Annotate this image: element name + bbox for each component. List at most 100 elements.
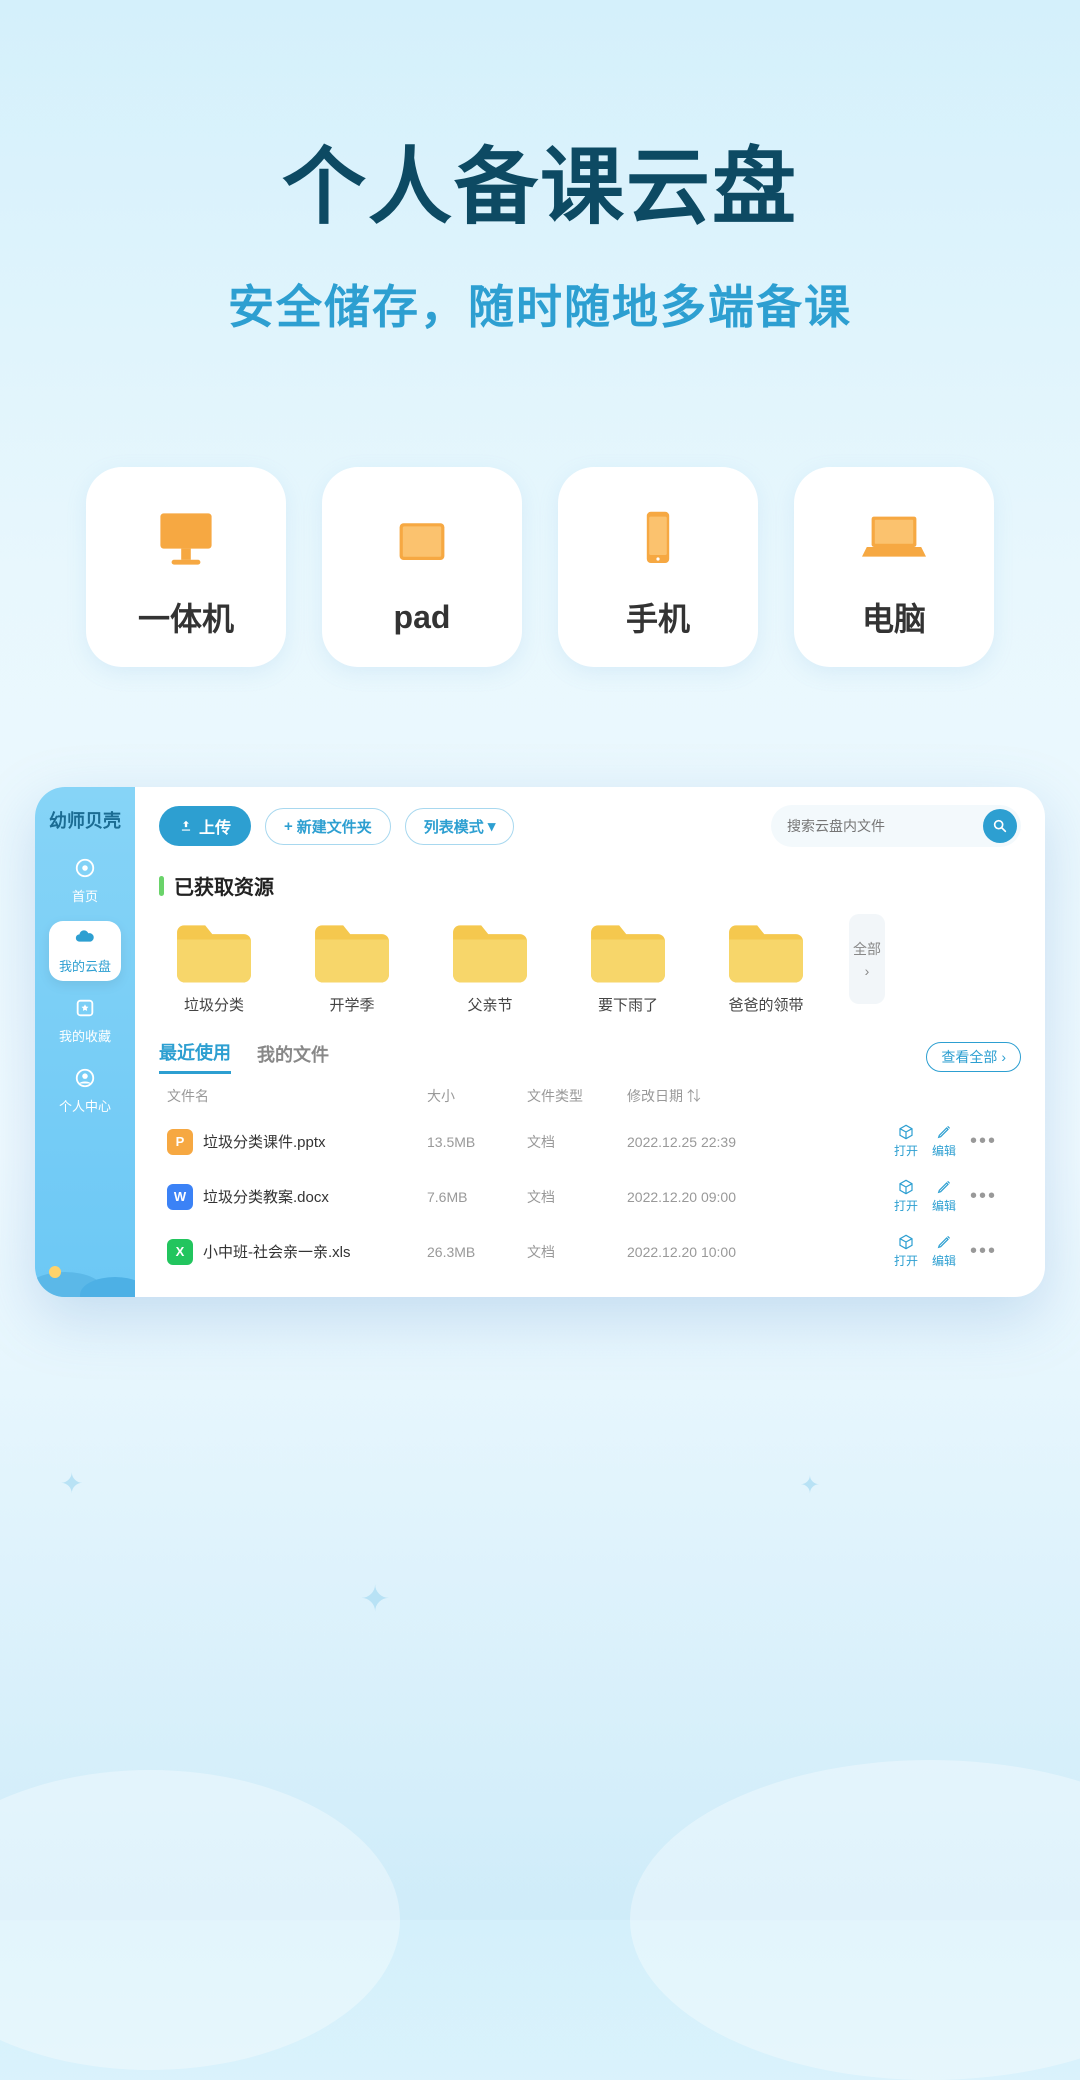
user-icon <box>74 1067 96 1092</box>
sidebar-item-label: 我的云盘 <box>59 956 111 975</box>
edit-button[interactable]: 编辑 <box>932 1234 956 1269</box>
more-button[interactable]: ••• <box>970 1240 997 1263</box>
more-button[interactable]: ••• <box>970 1185 997 1208</box>
edit-icon <box>936 1234 952 1250</box>
cloud-icon <box>74 927 96 952</box>
table-row[interactable]: W 垃圾分类教案.docx 7.6MB 文档 2022.12.20 09:00 … <box>159 1169 1021 1224</box>
phone-icon <box>613 494 703 584</box>
star-icon: ✦ <box>360 1578 390 1620</box>
table-row[interactable]: P 垃圾分类课件.pptx 13.5MB 文档 2022.12.25 22:39… <box>159 1114 1021 1169</box>
file-name: 垃圾分类课件.pptx <box>203 1131 326 1152</box>
folder-icon <box>308 914 396 986</box>
edit-button[interactable]: 编辑 <box>932 1124 956 1159</box>
file-name-cell: X 小中班-社会亲一亲.xls <box>167 1239 427 1265</box>
search-wrap <box>771 805 1021 847</box>
file-actions: 打开 编辑 ••• <box>797 1234 997 1269</box>
laptop-icon <box>849 494 939 584</box>
folder-icon <box>584 914 672 986</box>
chevron-down-icon: ▾ <box>488 817 496 835</box>
tab-my-files[interactable]: 我的文件 <box>257 1041 329 1073</box>
star-icon: ✦ <box>800 1471 820 1500</box>
desktop-icon <box>141 494 231 584</box>
folder-item[interactable]: 开学季 <box>297 914 407 1015</box>
file-type: 文档 <box>527 1242 627 1262</box>
list-mode-button[interactable]: 列表模式 ▾ <box>405 808 515 845</box>
file-name: 垃圾分类教案.docx <box>203 1186 329 1207</box>
star-icon: ✦ <box>60 1467 83 1500</box>
sidebar-item-home[interactable]: 首页 <box>49 851 121 911</box>
sidebar-item-cloud[interactable]: 我的云盘 <box>49 921 121 981</box>
folder-name: 爸爸的领带 <box>728 994 803 1015</box>
sidebar-decoration <box>35 1237 135 1297</box>
upload-button[interactable]: 上传 <box>159 806 251 846</box>
star-icon <box>74 997 96 1022</box>
folder-name: 要下雨了 <box>598 994 658 1015</box>
file-actions: 打开 编辑 ••• <box>797 1124 997 1159</box>
file-name-cell: P 垃圾分类课件.pptx <box>167 1129 427 1155</box>
device-card-laptop: 电脑 <box>794 467 994 667</box>
edit-icon <box>936 1179 952 1195</box>
new-folder-label: 新建文件夹 <box>297 816 372 837</box>
all-folders-button[interactable]: 全部 › <box>849 914 885 1004</box>
tablet-icon <box>377 499 467 589</box>
search-icon <box>992 818 1008 834</box>
device-card-phone: 手机 <box>558 467 758 667</box>
folder-icon <box>446 914 534 986</box>
file-date: 2022.12.25 22:39 <box>627 1134 797 1150</box>
open-button[interactable]: 打开 <box>894 1124 918 1159</box>
view-all-button[interactable]: 查看全部 › <box>926 1042 1021 1072</box>
folder-row: 垃圾分类 开学季 父亲节 要下雨了 爸爸的领带 全部 › <box>159 914 1021 1015</box>
folder-icon <box>722 914 810 986</box>
chevron-right-icon: › <box>1001 1049 1006 1065</box>
search-input[interactable] <box>787 818 983 834</box>
view-all-label: 查看全部 <box>941 1047 997 1067</box>
open-button[interactable]: 打开 <box>894 1234 918 1269</box>
upload-icon <box>179 819 193 833</box>
open-button[interactable]: 打开 <box>894 1179 918 1214</box>
sidebar-item-label: 个人中心 <box>59 1096 111 1115</box>
folder-item[interactable]: 父亲节 <box>435 914 545 1015</box>
col-size: 大小 <box>427 1086 527 1106</box>
tab-recent[interactable]: 最近使用 <box>159 1039 231 1074</box>
file-size: 26.3MB <box>427 1244 527 1260</box>
folder-item[interactable]: 爸爸的领带 <box>711 914 821 1015</box>
sidebar-item-profile[interactable]: 个人中心 <box>49 1061 121 1121</box>
file-size: 7.6MB <box>427 1189 527 1205</box>
sort-icon: ⇅ <box>687 1088 701 1104</box>
folder-item[interactable]: 垃圾分类 <box>159 914 269 1015</box>
toolbar: 上传 + 新建文件夹 列表模式 ▾ <box>159 805 1021 847</box>
folder-name: 开学季 <box>329 994 374 1015</box>
app-window: 幼师贝壳 首页 我的云盘 我的收藏 个人中心 上传 + 新建文件夹 <box>35 787 1045 1297</box>
chevron-right-icon: › <box>865 963 870 979</box>
list-mode-label: 列表模式 <box>424 816 484 837</box>
file-name: 小中班-社会亲一亲.xls <box>203 1241 351 1262</box>
hero-title: 个人备课云盘 <box>0 120 1080 241</box>
search-button[interactable] <box>983 809 1017 843</box>
sidebar-item-favorites[interactable]: 我的收藏 <box>49 991 121 1051</box>
file-date: 2022.12.20 10:00 <box>627 1244 797 1260</box>
col-date[interactable]: 修改日期 ⇅ <box>627 1086 797 1106</box>
device-label: pad <box>394 599 451 636</box>
all-label: 全部 <box>853 939 881 959</box>
folder-item[interactable]: 要下雨了 <box>573 914 683 1015</box>
table-header: 文件名 大小 文件类型 修改日期 ⇅ <box>159 1074 1021 1114</box>
file-type: 文档 <box>527 1132 627 1152</box>
resources-title: 已获取资源 <box>159 871 1021 900</box>
more-button[interactable]: ••• <box>970 1130 997 1153</box>
home-icon <box>74 857 96 882</box>
edit-icon <box>936 1124 952 1140</box>
hero-subtitle: 安全储存，随时随地多端备课 <box>0 271 1080 337</box>
background-decoration: ✦ ✦ ✦ <box>0 1420 1080 1920</box>
device-label: 电脑 <box>862 594 926 640</box>
edit-button[interactable]: 编辑 <box>932 1179 956 1214</box>
col-type: 文件类型 <box>527 1086 627 1106</box>
device-card-tablet: pad <box>322 467 522 667</box>
file-type-badge: P <box>167 1129 193 1155</box>
device-label: 手机 <box>626 594 690 640</box>
sidebar-item-label: 我的收藏 <box>59 1026 111 1045</box>
col-name: 文件名 <box>167 1086 427 1106</box>
file-date: 2022.12.20 09:00 <box>627 1189 797 1205</box>
new-folder-button[interactable]: + 新建文件夹 <box>265 808 391 845</box>
table-row[interactable]: X 小中班-社会亲一亲.xls 26.3MB 文档 2022.12.20 10:… <box>159 1224 1021 1279</box>
file-type-badge: W <box>167 1184 193 1210</box>
